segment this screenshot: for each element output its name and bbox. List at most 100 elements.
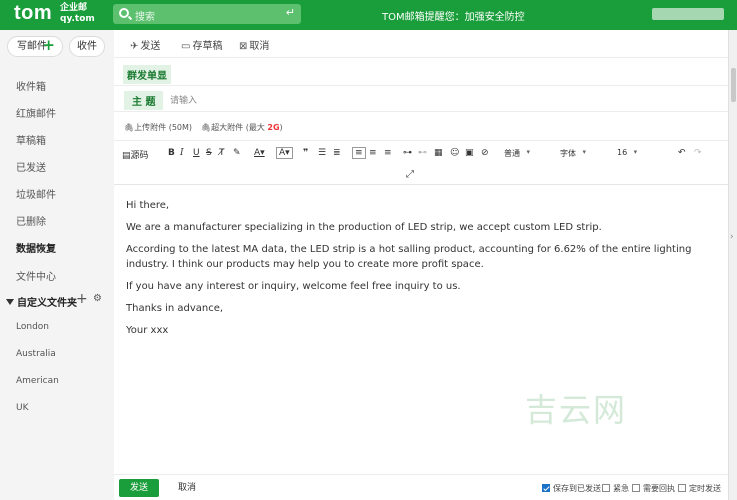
checkbox[interactable] (602, 484, 610, 492)
body-line: Hi there, (126, 200, 170, 211)
search-input[interactable]: 搜索 ↵ (113, 4, 301, 24)
cancel-button[interactable]: 取消 (167, 479, 207, 497)
subject-input[interactable]: 请输入 (170, 93, 197, 106)
toolbar-send-button[interactable]: ✈ 发送 (130, 37, 160, 52)
read-receipt-option[interactable]: 需要回执 (632, 483, 675, 494)
align-left-icon[interactable]: ≡ (352, 147, 366, 159)
font-size-select[interactable]: 16 (617, 148, 638, 157)
image-icon[interactable]: ▣ (465, 148, 474, 158)
sidebar-item-inbox[interactable]: 收件箱 (16, 78, 46, 93)
paperclip-icon: 🖇 (124, 123, 135, 132)
save-to-sent-option[interactable]: 保存到已发送 (542, 483, 601, 494)
checkbox[interactable] (678, 484, 686, 492)
sidebar-item-sent[interactable]: 已发送 (16, 159, 46, 174)
upload-attachment-label: 上传附件 (50M) (134, 123, 193, 132)
signature-icon[interactable]: ⊘ (481, 148, 489, 158)
sidebar-item-deleted[interactable]: 已删除 (16, 213, 46, 228)
strikethrough-icon[interactable]: S (206, 148, 212, 158)
body-line: We are a manufacturer specializing in th… (126, 222, 602, 233)
add-folder-icon[interactable]: + (76, 291, 88, 307)
divider (114, 85, 728, 86)
scheduled-send-label: 定时发送 (689, 484, 721, 493)
large-attachment-link[interactable]: 🖇超大附件 (最大 2G) (201, 122, 283, 133)
emoji-icon[interactable]: ☺ (450, 148, 459, 158)
bold-icon[interactable]: B (168, 148, 175, 158)
folder-item-australia[interactable]: Australia (16, 349, 56, 359)
send-button[interactable]: 发送 (119, 479, 159, 497)
redo-icon[interactable]: ↷ (694, 148, 702, 158)
compose-panel: ✈ 发送 ▭ 存草稿 ⊠ 取消 群发单显 主 题 请输入 🖇上传附件 (50M) 🖇超… (114, 30, 728, 500)
checkbox[interactable] (542, 484, 550, 492)
logo-sub-line1: 企业邮 (60, 3, 88, 13)
chevron-right-icon[interactable]: › (730, 232, 734, 242)
logo-sub-line2: qy.tom (60, 14, 95, 24)
italic-icon[interactable]: I (180, 148, 184, 158)
checkbox[interactable] (632, 484, 640, 492)
body-line: According to the latest MA data, the LED… (126, 244, 692, 270)
table-icon[interactable]: ▦ (434, 148, 443, 158)
scheduled-send-option[interactable]: 定时发送 (678, 483, 721, 494)
paragraph-format-select[interactable]: 普通 (504, 148, 530, 159)
font-family-select[interactable]: 字体 (560, 148, 586, 159)
folder-item-american[interactable]: American (16, 376, 59, 386)
underline-icon[interactable]: U (193, 148, 200, 158)
send-icon: ✈ (130, 41, 139, 52)
user-account-blurred[interactable] (652, 8, 724, 20)
custom-folder-label: 自定义文件夹 (17, 298, 77, 309)
undo-icon[interactable]: ↶ (678, 148, 686, 158)
align-right-icon[interactable]: ≡ (384, 148, 392, 158)
message-body-editor[interactable]: Hi there, We are a manufacturer speciali… (126, 198, 718, 338)
font-color-icon[interactable]: A▾ (254, 148, 265, 158)
body-line: Your xxx (126, 325, 169, 336)
toolbar-send-label: 发送 (140, 41, 161, 52)
watermark: 吉云网 (525, 391, 628, 429)
custom-folder-header[interactable]: 自定义文件夹 (6, 294, 77, 309)
sidebar-item-drafts[interactable]: 草稿箱 (16, 132, 46, 147)
body-line: Thanks in advance, (126, 303, 224, 314)
scrollbar[interactable]: › (728, 30, 737, 500)
body-line: If you have any interest or inquiry, wel… (126, 281, 461, 292)
toolbar-divider (114, 57, 728, 58)
toolbar-cancel-button[interactable]: ⊠ 取消 (239, 37, 269, 52)
format-painter-icon[interactable]: ✎ (233, 148, 241, 158)
save-to-sent-label: 保存到已发送 (553, 484, 601, 493)
brand-logo-sub: 企业邮 qy.tom (60, 3, 95, 25)
bulleted-list-icon[interactable]: ☰ (318, 148, 326, 158)
top-bar: tom 企业邮 qy.tom 搜索 ↵ TOM邮箱提醒您：加强安全防控 (0, 0, 737, 30)
divider (114, 111, 728, 112)
scrollbar-thumb[interactable] (731, 68, 736, 102)
enter-icon[interactable]: ↵ (286, 6, 295, 19)
security-notice[interactable]: TOM邮箱提醒您：加强安全防控 (382, 8, 525, 23)
sidebar-item-flagged[interactable]: 红旗邮件 (16, 105, 56, 120)
editor-top-border (114, 184, 728, 185)
divider (114, 140, 728, 141)
brand-logo[interactable]: tom (14, 2, 52, 25)
unlink-icon[interactable]: ⊷ (418, 148, 427, 158)
toolbar-save-draft-label: 存草稿 (192, 41, 223, 52)
draft-icon: ▭ (181, 41, 191, 52)
align-center-icon[interactable]: ≡ (369, 148, 377, 158)
folder-item-london[interactable]: London (16, 322, 49, 332)
urgent-option[interactable]: 紧急 (602, 483, 629, 494)
group-send-toggle[interactable]: 群发单显 (123, 65, 171, 84)
source-code-button[interactable]: ▤源码 (122, 148, 149, 161)
toolbar-cancel-label: 取消 (249, 41, 270, 52)
clear-format-icon[interactable]: T̸ (219, 148, 225, 158)
read-receipt-label: 需要回执 (643, 484, 675, 493)
link-icon[interactable]: ⊶ (403, 148, 412, 158)
search-icon (119, 8, 129, 18)
sidebar-item-spam[interactable]: 垃圾邮件 (16, 186, 56, 201)
fullscreen-icon[interactable]: ⤢ (406, 169, 414, 180)
highlight-color-icon[interactable]: A▾ (276, 147, 293, 159)
gear-icon[interactable]: ⚙ (93, 293, 102, 304)
blockquote-icon[interactable]: ❞ (303, 148, 308, 158)
numbered-list-icon[interactable]: ≣ (333, 148, 341, 158)
folder-item-uk[interactable]: UK (16, 403, 29, 413)
compose-button[interactable]: 写邮件 + (7, 36, 63, 57)
subject-label: 主 题 (124, 91, 164, 110)
toolbar-save-draft-button[interactable]: ▭ 存草稿 (181, 37, 222, 52)
sidebar-item-file-center[interactable]: 文件中心 (16, 268, 56, 283)
receive-button[interactable]: 收件 (69, 36, 105, 57)
sidebar-item-data-recovery[interactable]: 数据恢复 (16, 240, 56, 255)
upload-attachment-link[interactable]: 🖇上传附件 (50M) (124, 122, 192, 133)
